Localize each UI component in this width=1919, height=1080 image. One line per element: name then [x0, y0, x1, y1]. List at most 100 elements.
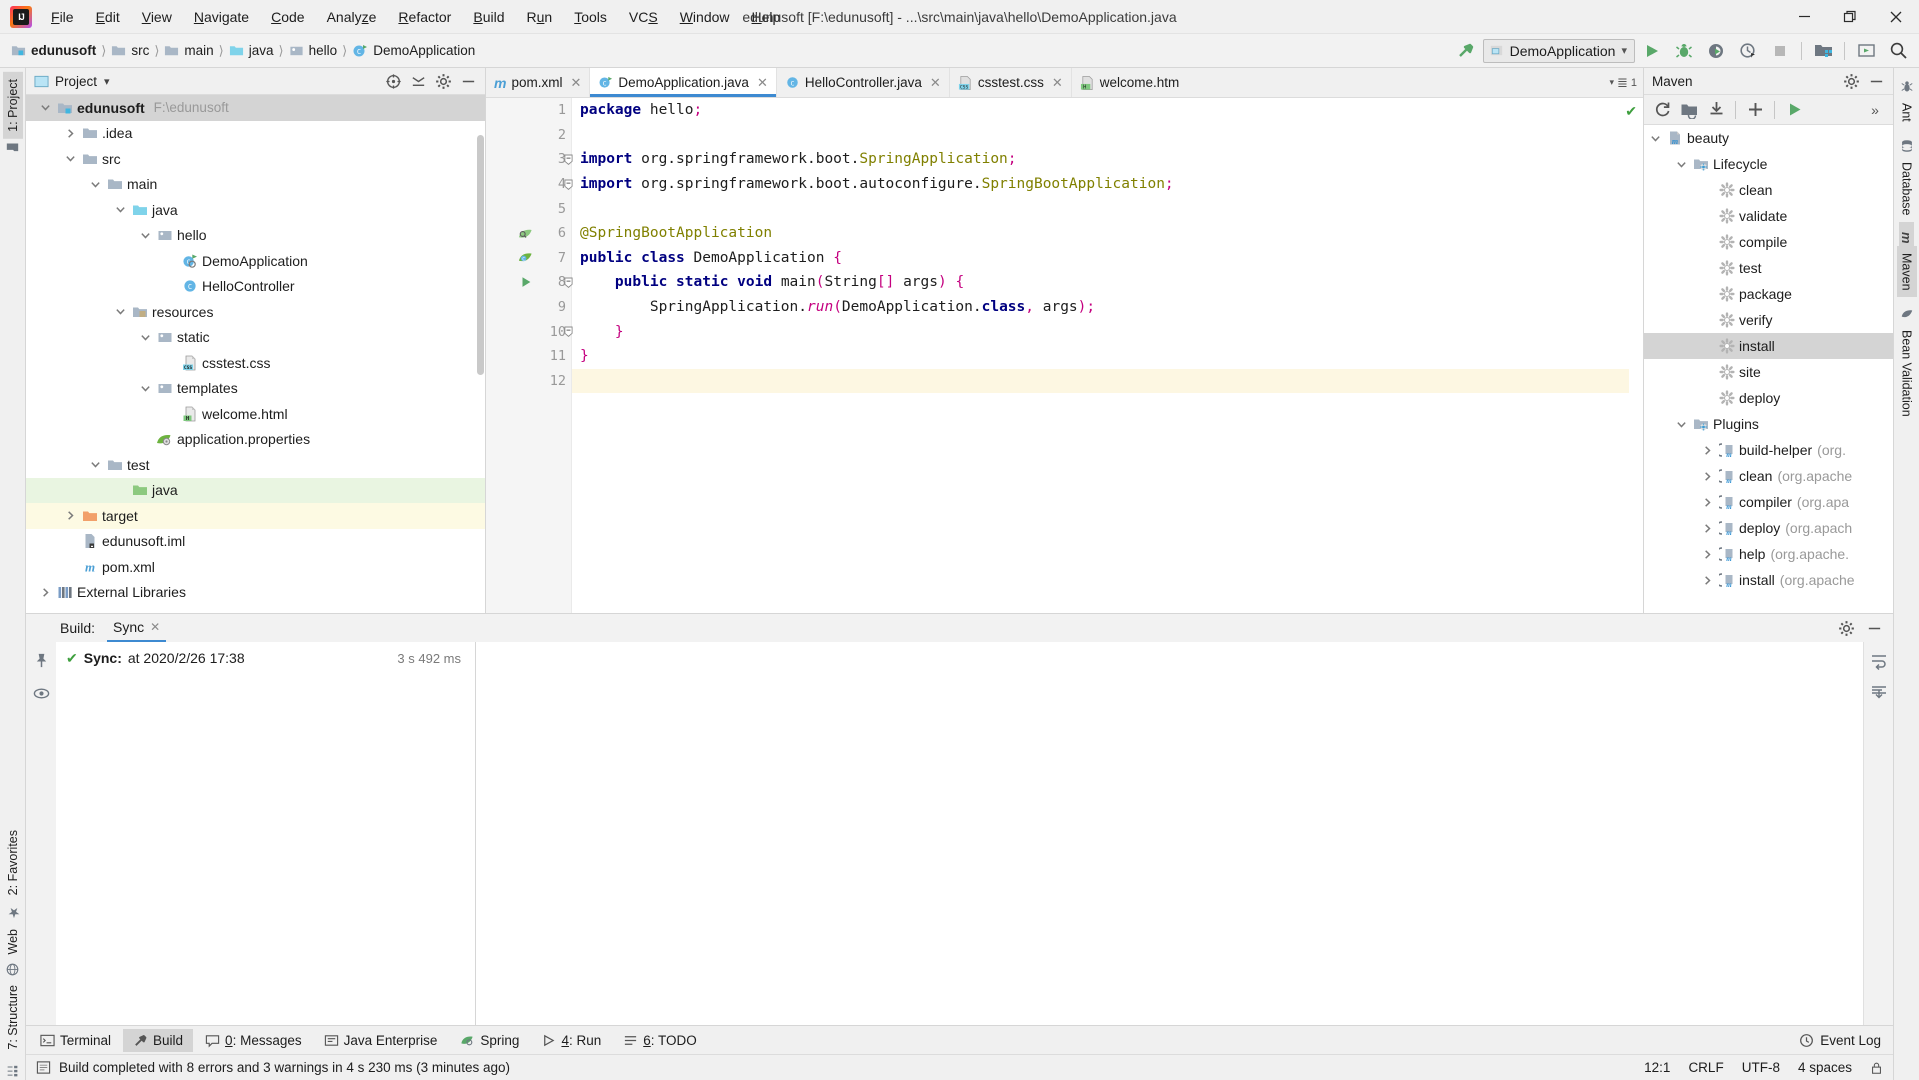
breadcrumb-item-1[interactable]: src — [108, 41, 152, 60]
project-tree-row[interactable]: m pom.xml — [26, 554, 485, 580]
editor-tab-pom[interactable]: m pom.xml ✕ — [486, 68, 591, 97]
tool-tab-build[interactable]: Build — [123, 1028, 194, 1052]
menu-navigate[interactable]: Navigate — [183, 5, 260, 29]
gutter-line[interactable]: 4 — [486, 172, 571, 197]
menu-code[interactable]: Code — [260, 5, 315, 29]
code-fold-marker[interactable] — [564, 154, 573, 166]
scroll-to-end-icon[interactable] — [1870, 684, 1888, 702]
code-fold-marker[interactable] — [564, 179, 573, 190]
open-in-browser-button[interactable] — [1851, 37, 1881, 65]
code-content[interactable]: package hello; import org.springframewor… — [572, 98, 1643, 613]
breadcrumb-item-4[interactable]: hello — [286, 41, 341, 60]
scroll-from-source-icon[interactable] — [384, 72, 402, 90]
build-tab-sync[interactable]: Sync ✕ — [107, 615, 167, 642]
code-line[interactable] — [580, 196, 1643, 221]
tree-expand-arrow[interactable] — [140, 230, 156, 241]
project-tree-row[interactable]: CSS csstest.css — [26, 350, 485, 376]
editor-tab-hellocontroller[interactable]: C HelloController.java ✕ — [777, 68, 950, 97]
maven-tree-row[interactable]: m help (org.apache. — [1644, 541, 1893, 567]
hide-panel-icon[interactable] — [1865, 619, 1883, 637]
menu-view[interactable]: View — [131, 5, 183, 29]
tree-expand-arrow[interactable] — [140, 383, 156, 394]
sync-result-row[interactable]: ✔ Sync: at 2020/2/26 17:38 3 s 492 ms — [56, 642, 475, 670]
menu-edit[interactable]: Edit — [85, 5, 131, 29]
project-scrollbar[interactable] — [476, 95, 485, 613]
project-tree-row[interactable]: src — [26, 146, 485, 172]
execute-goal-icon[interactable] — [1782, 99, 1806, 121]
maven-tree-row[interactable]: site — [1644, 359, 1893, 385]
code-line[interactable] — [572, 368, 1643, 394]
project-tree-row[interactable]: java — [26, 477, 485, 503]
project-tree-row[interactable]: resources — [26, 299, 485, 325]
tree-expand-arrow[interactable] — [90, 459, 106, 470]
editor-tab-welcome[interactable]: H welcome.htm — [1072, 68, 1188, 97]
tree-expand-arrow[interactable] — [1676, 159, 1692, 170]
collapse-all-icon[interactable] — [409, 72, 427, 90]
tree-expand-arrow[interactable] — [1702, 523, 1718, 534]
tree-expand-arrow[interactable] — [115, 204, 131, 215]
maven-tree-row[interactable]: m install (org.apache — [1644, 567, 1893, 593]
run-button[interactable] — [1637, 37, 1667, 65]
caret-position[interactable]: 12:1 — [1644, 1060, 1670, 1075]
close-icon[interactable]: ✕ — [150, 620, 160, 634]
project-tree-row[interactable]: application.properties — [26, 427, 485, 453]
sidebar-item-maven[interactable]: Maven — [1896, 245, 1917, 298]
spring-run-icon[interactable]: C — [518, 250, 533, 265]
debug-button[interactable] — [1669, 37, 1699, 65]
menu-file[interactable]: File — [40, 5, 85, 29]
code-line[interactable]: } — [580, 319, 1643, 344]
tree-expand-arrow[interactable] — [65, 153, 81, 164]
maven-tree-row[interactable]: test — [1644, 255, 1893, 281]
maven-tree-row[interactable]: verify — [1644, 307, 1893, 333]
tool-tab-todo[interactable]: 6: TODO — [613, 1029, 707, 1052]
tree-expand-arrow[interactable] — [140, 332, 156, 343]
minimize-button[interactable] — [1781, 0, 1827, 34]
gutter-line[interactable]: 8 — [486, 270, 571, 295]
gear-icon[interactable] — [1837, 619, 1855, 637]
eye-icon[interactable] — [33, 685, 50, 702]
maven-tree-row[interactable]: Plugins — [1644, 411, 1893, 437]
close-icon[interactable]: ✕ — [757, 75, 768, 91]
sidebar-item-favorites[interactable]: 2: Favorites — [3, 823, 23, 902]
code-line[interactable]: @SpringBootApplication — [580, 221, 1643, 246]
gutter-line[interactable]: 1 — [486, 98, 571, 123]
ok-check-icon[interactable]: ✔ — [1625, 103, 1637, 120]
gutter-line[interactable]: 9 — [486, 295, 571, 320]
code-line[interactable]: package hello; — [580, 98, 1643, 123]
tool-tab-terminal[interactable]: Terminal — [30, 1029, 121, 1052]
editor-gutter[interactable]: 1 2 3 4 5 6 C 7 8 9 10 11 12 — [486, 98, 572, 613]
editor-tab-csstest[interactable]: CSS csstest.css ✕ — [950, 68, 1072, 97]
menu-vcs[interactable]: VCS — [618, 5, 669, 29]
lock-icon[interactable] — [1870, 1061, 1883, 1075]
tree-expand-arrow[interactable] — [65, 510, 81, 521]
project-structure-button[interactable] — [1808, 37, 1838, 65]
hide-panel-icon[interactable] — [459, 72, 477, 90]
gutter-line[interactable]: 6 — [486, 221, 571, 246]
gutter-line[interactable]: 10 — [486, 319, 571, 344]
code-line[interactable]: SpringApplication. run(DemoApplication. cl… — [580, 295, 1643, 320]
gutter-line[interactable]: 3 — [486, 147, 571, 172]
pin-icon[interactable] — [33, 652, 50, 669]
code-line[interactable]: } — [580, 344, 1643, 369]
code-editor[interactable]: 1 2 3 4 5 6 C 7 8 9 10 11 12 package hello; import o… — [486, 98, 1643, 613]
sidebar-item-bean-validation[interactable]: Bean Validation — [1897, 323, 1917, 424]
editor-tabs-overflow[interactable]: ▾ ≣ 1 — [1603, 68, 1643, 97]
add-maven-project-icon[interactable] — [1677, 99, 1701, 121]
tool-tab-java-enterprise[interactable]: Java Enterprise — [314, 1029, 448, 1052]
project-tree-row[interactable]: Hwelcome.html — [26, 401, 485, 427]
close-button[interactable] — [1873, 0, 1919, 34]
sidebar-item-project[interactable]: 1: Project — [2, 72, 23, 139]
tree-expand-arrow[interactable] — [90, 179, 106, 190]
tree-expand-arrow[interactable] — [1702, 445, 1718, 456]
project-tree-row[interactable]: main — [26, 172, 485, 198]
maven-tree-row[interactable]: Lifecycle — [1644, 151, 1893, 177]
project-tree-row[interactable]: target — [26, 503, 485, 529]
maven-tree-row[interactable]: m clean (org.apache — [1644, 463, 1893, 489]
event-log-label[interactable]: Event Log — [1820, 1033, 1881, 1048]
more-icon[interactable]: » — [1863, 99, 1887, 121]
sidebar-item-ant[interactable]: Ant — [1897, 96, 1917, 129]
spring-bean-icon[interactable] — [518, 226, 533, 241]
maven-tree-row[interactable]: m build-helper (org. — [1644, 437, 1893, 463]
code-line[interactable]: public static void main(String[] args) { — [580, 270, 1643, 295]
close-icon[interactable]: ✕ — [930, 75, 941, 91]
